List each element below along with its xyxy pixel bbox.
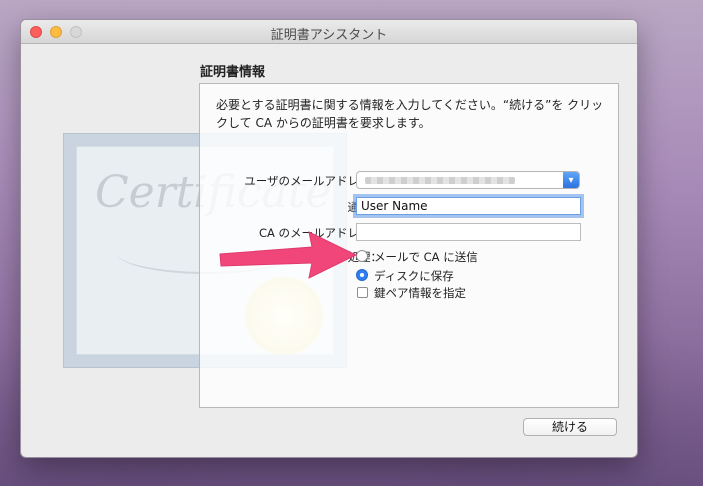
- continue-button[interactable]: 続ける: [523, 418, 617, 436]
- user-email-blurred-value: [365, 177, 515, 184]
- ca-email-field[interactable]: [356, 223, 581, 241]
- common-name-field[interactable]: User Name: [356, 197, 581, 215]
- send-to-ca-option-label[interactable]: メールで CA に送信: [374, 249, 478, 265]
- keypair-option-label[interactable]: 鍵ペア情報を指定: [374, 285, 466, 301]
- save-to-disk-radio[interactable]: [356, 269, 368, 281]
- save-to-disk-option-label[interactable]: ディスクに保存: [374, 268, 454, 284]
- keypair-checkbox[interactable]: [357, 287, 368, 298]
- instructions-text: 必要とする証明書に関する情報を入力してください。“続ける”を クリックして CA…: [216, 98, 604, 130]
- request-handling-label: 要求の処理：: [313, 250, 382, 264]
- send-to-ca-radio[interactable]: [356, 250, 368, 262]
- window-title: 証明書アシスタント: [270, 28, 388, 43]
- certificate-assistant-window: 証明書アシスタント Certificate 証明書情報 必要とする証明書に関する…: [21, 20, 637, 457]
- form-panel: 必要とする証明書に関する情報を入力してください。“続ける”を クリックして CA…: [199, 83, 619, 408]
- chevron-down-icon[interactable]: ▾: [563, 172, 579, 188]
- section-title: 証明書情報: [200, 65, 266, 80]
- title-bar[interactable]: 証明書アシスタント: [21, 20, 637, 44]
- user-email-popup[interactable]: ▾: [356, 171, 580, 189]
